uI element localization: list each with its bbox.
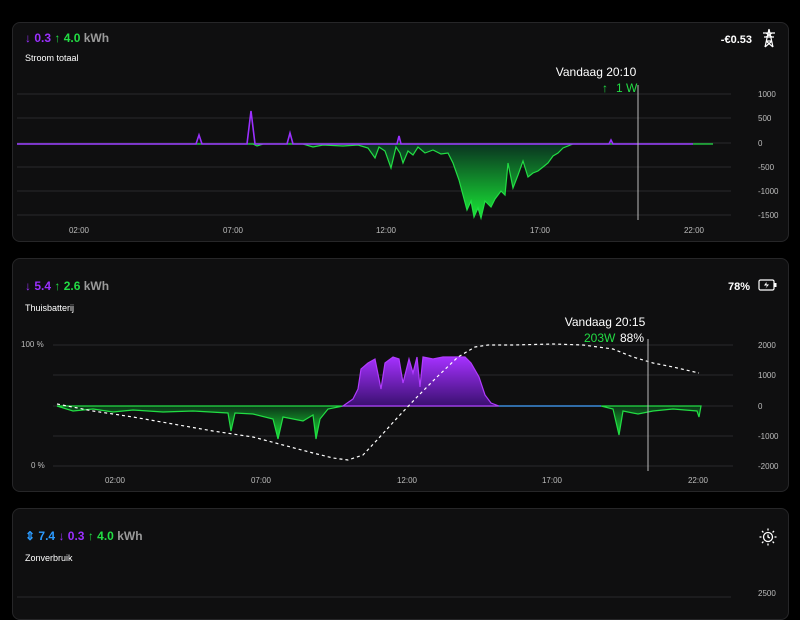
tooltip-time: Vandaag 20:15 [565,315,646,329]
y-tick-left: 100 % [21,340,44,349]
battery-discharge-area [56,405,702,440]
x-tick: 17:00 [542,476,563,485]
y-tick: -500 [758,163,775,172]
battery-chart[interactable]: 100 % 0 % 2000 1000 0 -1000 -2000 02:00 … [13,259,788,491]
x-tick: 22:00 [688,476,709,485]
x-tick: 12:00 [376,226,397,235]
y-tick: -1000 [758,432,779,441]
y-axis: 1000 500 0 -500 -1000 -1500 [758,90,779,220]
left-axis: 100 % 0 % [21,340,45,470]
grid-power-card[interactable]: ↓ 0.3 ↑ 4.0 kWh Stroom totaal -€0.53 100… [12,22,789,242]
tooltip-value: 1 W [616,81,638,95]
y-tick: 0 [758,139,763,148]
x-tick: 02:00 [69,226,90,235]
x-tick: 12:00 [397,476,418,485]
tooltip-soc: 88% [620,331,644,345]
y-tick: -2000 [758,462,779,471]
x-tick: 07:00 [223,226,244,235]
top-bar [0,0,800,22]
grid-power-chart[interactable]: 1000 500 0 -500 -1000 -1500 02:00 07:00 … [13,23,788,241]
x-tick: 17:00 [530,226,551,235]
y-tick-left: 0 % [31,461,45,470]
y-tick: 2500 [758,589,776,598]
solar-usage-card[interactable]: ⇕ 7.4 ↓ 0.3 ↑ 4.0 kWh Zonverbruik 2500 [12,508,789,620]
solar-chart[interactable]: 2500 [13,509,788,619]
x-axis: 02:00 07:00 12:00 17:00 22:00 [105,476,709,485]
grid-export-area [17,143,713,221]
tooltip-power: 203W [584,331,616,345]
tooltip-time: Vandaag 20:10 [556,65,637,79]
y-tick: 1000 [758,371,776,380]
arrow-up-icon: ↑ [602,81,608,95]
y-tick: 2000 [758,341,776,350]
x-axis: 02:00 07:00 12:00 17:00 22:00 [69,226,705,235]
battery-charge-area [341,356,500,407]
y-tick: 0 [758,402,763,411]
grid-import-line [17,110,693,145]
x-tick: 02:00 [105,476,126,485]
y-tick: -1000 [758,187,779,196]
y-tick: 1000 [758,90,776,99]
x-tick: 22:00 [684,226,705,235]
x-tick: 07:00 [251,476,272,485]
y-tick: -1500 [758,211,779,220]
y-tick: 500 [758,114,772,123]
home-battery-card[interactable]: ↓ 5.4 ↑ 2.6 kWh Thuisbatterij 78% 100 % … [12,258,789,492]
right-axis: 2000 1000 0 -1000 -2000 [758,341,779,471]
